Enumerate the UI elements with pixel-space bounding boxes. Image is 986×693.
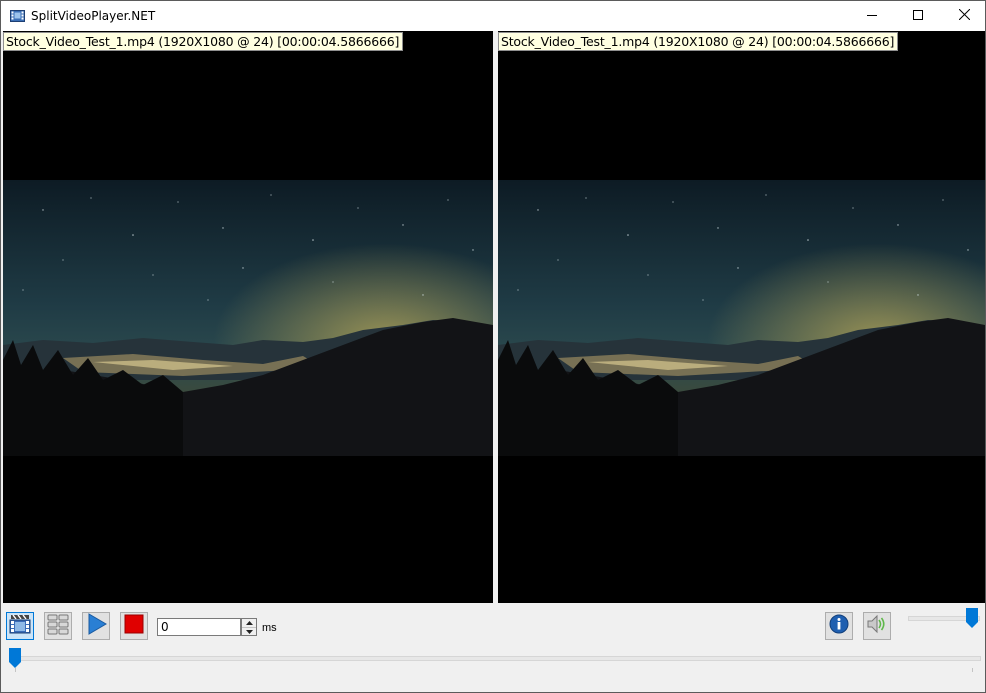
volume-slider-thumb[interactable] [966, 608, 978, 633]
speaker-icon [866, 614, 888, 639]
grid-view-button[interactable] [44, 612, 72, 640]
chevron-down-icon [245, 630, 253, 634]
spinner-up-button[interactable] [242, 619, 256, 627]
right-video-frame [498, 180, 985, 456]
title-bar[interactable]: SplitVideoPlayer.NET [1, 1, 985, 31]
spinner-down-button[interactable] [242, 627, 256, 636]
right-video-label: Stock_Video_Test_1.mp4 (1920X1080 @ 24) … [498, 32, 899, 51]
maximize-icon [913, 7, 923, 25]
play-icon [85, 612, 107, 640]
stop-button[interactable] [120, 612, 148, 640]
volume-button[interactable] [863, 612, 891, 640]
info-button[interactable] [825, 612, 853, 640]
grid-icon [47, 613, 69, 640]
chevron-up-icon [245, 621, 253, 625]
seek-tick-start [15, 668, 16, 672]
offset-input[interactable] [157, 618, 241, 636]
play-button[interactable] [82, 612, 110, 640]
clapper-icon [9, 614, 31, 639]
stop-icon [124, 614, 144, 639]
left-video-frame [3, 180, 493, 456]
offset-spinner[interactable] [241, 618, 257, 636]
close-button[interactable] [941, 1, 986, 31]
window-title: SplitVideoPlayer.NET [31, 9, 156, 23]
seek-tick-end [972, 668, 973, 672]
app-window: SplitVideoPlayer.NET Stock_Video_Test_1.… [0, 0, 986, 693]
minimize-icon [867, 7, 877, 25]
single-view-button[interactable] [6, 612, 34, 640]
left-video-panel[interactable]: Stock_Video_Test_1.mp4 (1920X1080 @ 24) … [3, 31, 493, 603]
film-icon [10, 8, 25, 23]
maximize-button[interactable] [895, 1, 941, 31]
left-video-label: Stock_Video_Test_1.mp4 (1920X1080 @ 24) … [3, 32, 404, 51]
info-icon [829, 614, 849, 639]
close-icon [958, 7, 970, 25]
right-video-panel[interactable]: Stock_Video_Test_1.mp4 (1920X1080 @ 24) … [498, 31, 985, 603]
offset-unit-label: ms [262, 622, 277, 634]
minimize-button[interactable] [849, 1, 895, 31]
seek-slider-track[interactable] [13, 656, 981, 661]
